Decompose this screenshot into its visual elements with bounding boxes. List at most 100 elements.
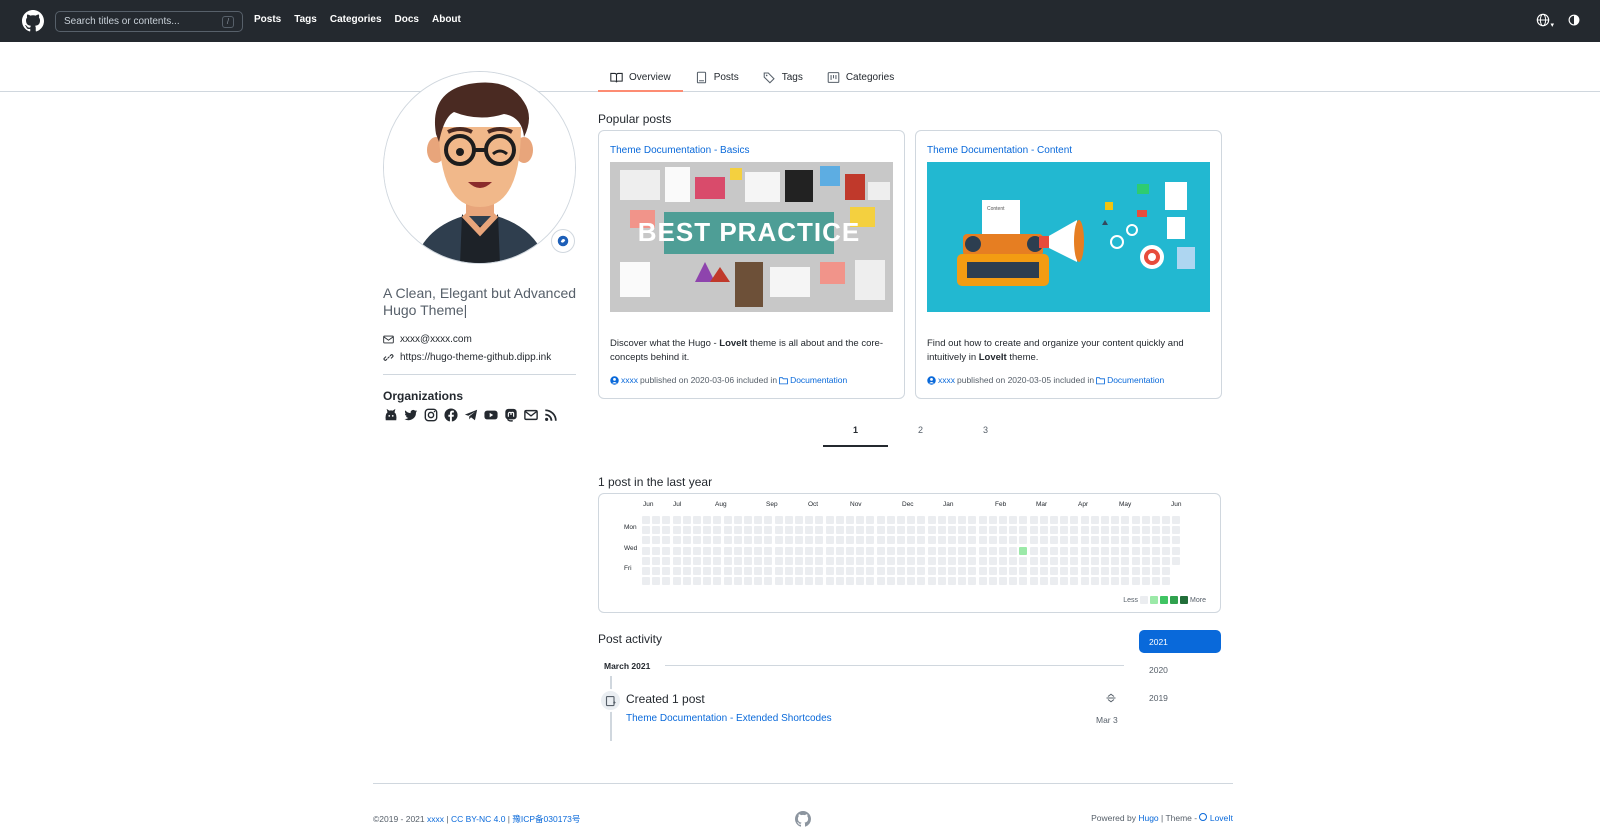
theme-toggle-icon[interactable] <box>1568 14 1580 29</box>
contribution-cell[interactable] <box>835 577 844 586</box>
contribution-cell[interactable] <box>1162 536 1171 545</box>
nav-tags[interactable]: Tags <box>294 14 317 25</box>
contribution-cell[interactable] <box>978 556 987 565</box>
contribution-cell[interactable] <box>1060 516 1069 524</box>
contribution-cell[interactable] <box>876 556 885 565</box>
contribution-cell[interactable] <box>723 546 732 555</box>
contribution-cell[interactable] <box>948 546 956 555</box>
icp-link[interactable]: 豫ICP备030173号 <box>512 814 580 824</box>
contribution-cell[interactable] <box>682 577 691 586</box>
contribution-cell[interactable] <box>703 526 712 535</box>
contribution-cell[interactable] <box>1090 577 1099 586</box>
contribution-cell[interactable] <box>1009 536 1018 545</box>
contribution-cell[interactable] <box>866 577 875 586</box>
contribution-cell[interactable] <box>774 516 783 524</box>
contribution-cell[interactable] <box>1101 556 1109 565</box>
contribution-cell[interactable] <box>856 546 865 555</box>
contribution-cell[interactable] <box>774 536 783 545</box>
contribution-cell[interactable] <box>1039 556 1048 565</box>
contribution-cell[interactable] <box>1131 577 1140 586</box>
contribution-cell[interactable] <box>693 567 701 575</box>
contribution-cell[interactable] <box>1111 536 1120 545</box>
contribution-cell[interactable] <box>1152 526 1160 535</box>
contribution-cell[interactable] <box>1060 526 1069 535</box>
contribution-cell[interactable] <box>1039 516 1048 524</box>
contribution-cell[interactable] <box>774 556 783 565</box>
contribution-cell[interactable] <box>866 536 875 545</box>
contribution-cell[interactable] <box>835 556 844 565</box>
contribution-cell[interactable] <box>1029 516 1038 524</box>
contribution-cell[interactable] <box>703 577 712 586</box>
contribution-cell[interactable] <box>948 526 956 535</box>
contribution-cell[interactable] <box>968 556 977 565</box>
contribution-cell[interactable] <box>744 546 752 555</box>
contribution-cell[interactable] <box>897 567 905 575</box>
contribution-cell[interactable] <box>1152 546 1160 555</box>
contribution-cell[interactable] <box>764 526 773 535</box>
contribution-cell[interactable] <box>774 577 783 586</box>
contribution-cell[interactable] <box>764 546 773 555</box>
contribution-cell[interactable] <box>835 516 844 524</box>
contribution-cell[interactable] <box>1131 567 1140 575</box>
contribution-cell[interactable] <box>1019 546 1028 555</box>
contribution-cell[interactable] <box>856 556 865 565</box>
contribution-cell[interactable] <box>968 577 977 586</box>
contribution-cell[interactable] <box>744 526 752 535</box>
contribution-cell[interactable] <box>764 556 773 565</box>
contribution-cell[interactable] <box>1131 546 1140 555</box>
contribution-cell[interactable] <box>846 516 854 524</box>
github-logo-icon[interactable] <box>22 10 44 32</box>
contribution-cell[interactable] <box>897 577 905 586</box>
contribution-cell[interactable] <box>815 546 824 555</box>
contribution-cell[interactable] <box>886 567 895 575</box>
contribution-cell[interactable] <box>1009 546 1018 555</box>
contribution-cell[interactable] <box>723 516 732 524</box>
contribution-cell[interactable] <box>1121 556 1130 565</box>
contribution-cell[interactable] <box>1019 536 1028 545</box>
contribution-cell[interactable] <box>917 567 926 575</box>
contribution-cell[interactable] <box>948 536 956 545</box>
youtube-icon[interactable] <box>484 408 498 422</box>
contribution-cell[interactable] <box>948 577 956 586</box>
contribution-cell[interactable] <box>815 577 824 586</box>
contribution-cell[interactable] <box>703 536 712 545</box>
contribution-cell[interactable] <box>1090 556 1099 565</box>
contribution-cell[interactable] <box>978 536 987 545</box>
contribution-cell[interactable] <box>958 536 967 545</box>
contribution-cell[interactable] <box>713 516 722 524</box>
contribution-cell[interactable] <box>1121 526 1130 535</box>
contribution-cell[interactable] <box>1080 526 1089 535</box>
contribution-cell[interactable] <box>1121 536 1130 545</box>
contribution-cell[interactable] <box>917 577 926 586</box>
contribution-cell[interactable] <box>713 546 722 555</box>
contribution-cell[interactable] <box>978 546 987 555</box>
contribution-cell[interactable] <box>693 556 701 565</box>
contribution-cell[interactable] <box>1070 577 1079 586</box>
contribution-cell[interactable] <box>999 577 1007 586</box>
contribution-cell[interactable] <box>876 577 885 586</box>
contribution-cell[interactable] <box>1152 567 1160 575</box>
contribution-cell[interactable] <box>999 526 1007 535</box>
contribution-cell[interactable] <box>999 556 1007 565</box>
contribution-cell[interactable] <box>1009 516 1018 524</box>
contribution-cell[interactable] <box>805 567 814 575</box>
post-card-image[interactable]: BEST PRACTICE <box>610 162 893 312</box>
contribution-cell[interactable] <box>978 526 987 535</box>
contribution-cell[interactable] <box>693 577 701 586</box>
contribution-cell[interactable] <box>795 577 803 586</box>
contribution-cell[interactable] <box>1111 516 1120 524</box>
contribution-cell[interactable] <box>1080 567 1089 575</box>
contribution-cell[interactable] <box>784 516 793 524</box>
contribution-cell[interactable] <box>744 516 752 524</box>
contribution-cell[interactable] <box>733 536 742 545</box>
contribution-cell[interactable] <box>927 536 936 545</box>
contribution-cell[interactable] <box>1050 516 1058 524</box>
contribution-cell[interactable] <box>1172 556 1181 565</box>
contribution-cell[interactable] <box>682 546 691 555</box>
contribution-cell[interactable] <box>835 536 844 545</box>
contribution-cell[interactable] <box>774 546 783 555</box>
contribution-cell[interactable] <box>784 577 793 586</box>
contribution-cell[interactable] <box>682 556 691 565</box>
contribution-cell[interactable] <box>1039 577 1048 586</box>
contribution-cell[interactable] <box>1009 577 1018 586</box>
